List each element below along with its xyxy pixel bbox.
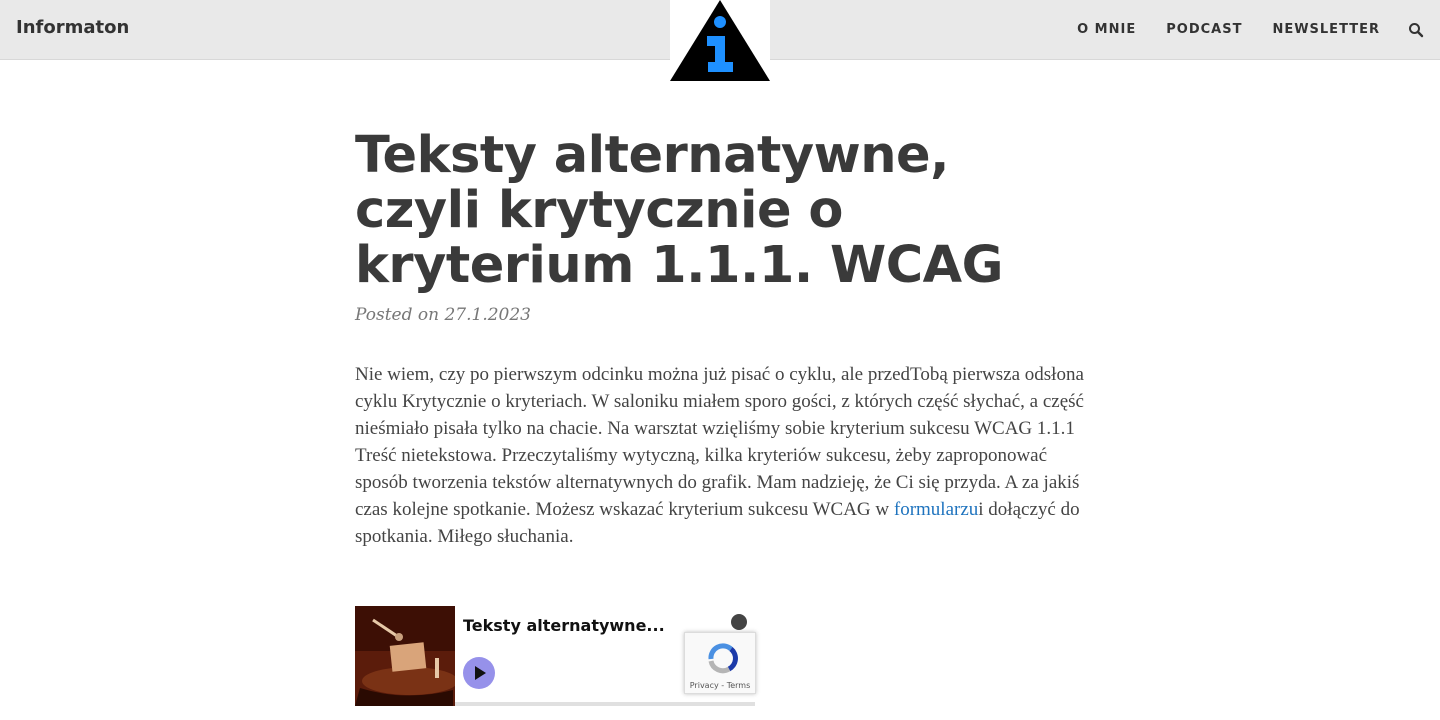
nav-item-o-mnie[interactable]: O MNIE (1077, 22, 1136, 37)
play-icon[interactable] (463, 657, 495, 689)
article: Teksty alternatywne, czyli krytycznie o … (355, 128, 1085, 550)
site-header: Informaton O MNIE PODCAST NEWSLETTER (0, 0, 1440, 81)
post-date: Posted on 27.1.2023 (355, 305, 531, 325)
episode-title: Teksty alternatywne... (463, 616, 665, 635)
search-icon[interactable] (1408, 22, 1424, 38)
info-triangle-logo[interactable] (670, 0, 770, 81)
article-title: Teksty alternatywne, czyli krytycznie o … (355, 126, 1003, 295)
main-nav: O MNIE PODCAST NEWSLETTER (1077, 22, 1380, 37)
recaptcha-icon (708, 643, 738, 674)
playback-progress-bar[interactable] (455, 702, 755, 706)
body-text-start: Nie wiem, czy po pierwszym odcinku można… (355, 364, 1084, 520)
recaptcha-badge[interactable]: Privacy - Terms (684, 632, 756, 694)
nav-item-newsletter[interactable]: NEWSLETTER (1272, 22, 1380, 37)
form-link[interactable]: formularzu (894, 499, 978, 520)
article-body: Nie wiem, czy po pierwszym odcinku można… (355, 361, 1085, 550)
site-title[interactable]: Informaton (16, 17, 129, 38)
nav-item-podcast[interactable]: PODCAST (1166, 22, 1242, 37)
recaptcha-links[interactable]: Privacy - Terms (685, 681, 755, 690)
spotify-icon[interactable] (731, 614, 747, 630)
episode-cover-image (355, 606, 458, 706)
